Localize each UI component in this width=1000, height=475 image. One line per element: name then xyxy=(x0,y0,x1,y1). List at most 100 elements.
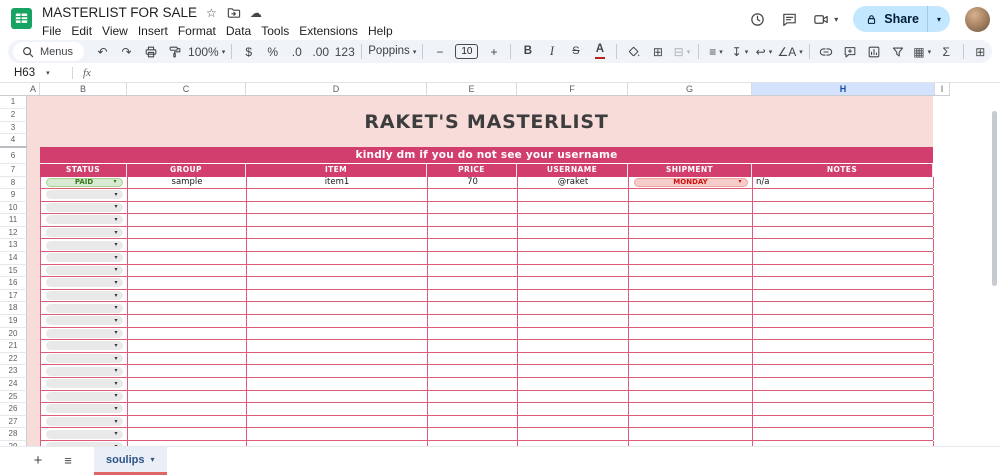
font-family-select[interactable]: Poppins▾ xyxy=(367,42,417,61)
cell[interactable] xyxy=(753,328,934,340)
cell[interactable] xyxy=(128,202,247,214)
status-chip-empty[interactable]: ▾ xyxy=(46,417,123,426)
row-header-27[interactable]: 27 xyxy=(0,416,27,429)
cell[interactable]: ▾ xyxy=(41,265,128,277)
row-header-2[interactable]: 2 xyxy=(0,109,27,122)
fill-color-button[interactable] xyxy=(622,42,645,61)
cell[interactable] xyxy=(753,365,934,377)
cell[interactable] xyxy=(753,277,934,289)
cell[interactable] xyxy=(518,239,629,251)
table-header-notes[interactable]: NOTES xyxy=(752,164,933,177)
cell[interactable]: sample xyxy=(128,177,247,189)
status-chip-empty[interactable]: ▾ xyxy=(46,241,123,250)
cell[interactable] xyxy=(128,265,247,277)
chip-caret-icon[interactable]: ▾ xyxy=(114,431,117,437)
cell[interactable] xyxy=(128,252,247,264)
chip-caret-icon[interactable]: ▾ xyxy=(114,192,117,198)
cell[interactable] xyxy=(629,315,753,327)
menu-file[interactable]: File xyxy=(42,24,66,38)
cell[interactable] xyxy=(128,403,247,415)
horizontal-align-button[interactable]: ≡▾ xyxy=(704,42,727,61)
banner-row[interactable]: kindly dm if you do not see your usernam… xyxy=(40,147,933,163)
format-currency-button[interactable]: $ xyxy=(237,42,260,61)
cell[interactable] xyxy=(629,189,753,201)
cell[interactable] xyxy=(753,340,934,352)
chip-caret-icon[interactable]: ▾ xyxy=(114,204,117,210)
status-chip-empty[interactable]: ▾ xyxy=(46,316,123,325)
chip-caret-icon[interactable]: ▾ xyxy=(114,356,117,362)
status-chip-empty[interactable]: ▾ xyxy=(46,341,123,350)
row-header-28[interactable]: 28 xyxy=(0,428,27,441)
cell[interactable] xyxy=(753,265,934,277)
cell[interactable] xyxy=(518,353,629,365)
cell[interactable] xyxy=(428,365,518,377)
row-header-21[interactable]: 21 xyxy=(0,340,27,353)
row-header-10[interactable]: 10 xyxy=(0,202,27,215)
cell[interactable] xyxy=(629,214,753,226)
cell[interactable]: @raket xyxy=(518,177,629,189)
all-sheets-button[interactable]: ≡ xyxy=(56,447,80,473)
cell[interactable]: ▾ xyxy=(41,202,128,214)
cell[interactable]: ▾ xyxy=(41,214,128,226)
cell[interactable] xyxy=(428,315,518,327)
cell[interactable] xyxy=(128,239,247,251)
status-chip-empty[interactable]: ▾ xyxy=(46,228,123,237)
cell[interactable] xyxy=(128,302,247,314)
cell[interactable] xyxy=(428,403,518,415)
cell[interactable] xyxy=(428,416,518,428)
cell[interactable] xyxy=(247,416,428,428)
share-button[interactable]: Share ▾ xyxy=(853,6,950,32)
row-header-11[interactable]: 11 xyxy=(0,214,27,227)
cell[interactable]: ▾ xyxy=(41,365,128,377)
sheet-title[interactable]: RAKET'S MASTERLIST xyxy=(40,96,933,147)
cell[interactable] xyxy=(247,202,428,214)
column-header-i[interactable]: I xyxy=(935,83,950,95)
column-header-h[interactable]: H xyxy=(752,83,935,95)
print-button[interactable] xyxy=(139,42,162,61)
cell[interactable] xyxy=(247,403,428,415)
sheet-tab-soulips[interactable]: soulips ▾ xyxy=(94,447,167,475)
cell[interactable] xyxy=(753,227,934,239)
cell[interactable]: ▾ xyxy=(41,252,128,264)
row-header-17[interactable]: 17 xyxy=(0,290,27,303)
cell[interactable] xyxy=(128,428,247,440)
cell[interactable] xyxy=(247,328,428,340)
decrease-decimals-button[interactable]: .0 xyxy=(285,42,308,61)
text-rotation-button[interactable]: ∠A▾ xyxy=(776,42,803,61)
cell[interactable] xyxy=(629,252,753,264)
chip-caret-icon[interactable]: ▾ xyxy=(114,368,117,374)
shipment-chip[interactable]: MONDAY▾ xyxy=(634,178,748,187)
cell[interactable] xyxy=(629,302,753,314)
chip-caret-icon[interactable]: ▾ xyxy=(114,393,117,399)
cell[interactable] xyxy=(428,277,518,289)
chip-caret-icon[interactable]: ▾ xyxy=(114,419,117,425)
cell[interactable] xyxy=(128,353,247,365)
cell[interactable] xyxy=(128,189,247,201)
row-header-18[interactable]: 18 xyxy=(0,302,27,315)
menus-search[interactable]: Menus xyxy=(13,42,84,61)
cell[interactable] xyxy=(247,265,428,277)
cell[interactable] xyxy=(518,416,629,428)
hidden-row-indicator[interactable] xyxy=(0,146,27,148)
cell[interactable] xyxy=(247,302,428,314)
redo-button[interactable]: ↷ xyxy=(115,42,138,61)
cell[interactable] xyxy=(247,227,428,239)
status-chip-empty[interactable]: ▾ xyxy=(46,430,123,439)
cell[interactable] xyxy=(428,378,518,390)
cell[interactable] xyxy=(629,365,753,377)
menu-data[interactable]: Data xyxy=(221,24,256,38)
cell[interactable] xyxy=(428,214,518,226)
chip-caret-icon[interactable]: ▾ xyxy=(114,343,117,349)
cell[interactable]: ▾ xyxy=(41,340,128,352)
insert-link-button[interactable] xyxy=(815,42,838,61)
cell[interactable] xyxy=(518,252,629,264)
status-chip-empty[interactable]: ▾ xyxy=(46,190,123,199)
chip-caret-icon[interactable]: ▾ xyxy=(114,267,117,273)
table-header-shipment[interactable]: SHIPMENT xyxy=(628,164,752,177)
cell[interactable]: ▾ xyxy=(41,227,128,239)
cell[interactable] xyxy=(518,290,629,302)
cell[interactable] xyxy=(428,202,518,214)
cell[interactable] xyxy=(128,340,247,352)
star-icon[interactable]: ☆ xyxy=(206,7,217,19)
cell[interactable] xyxy=(428,391,518,403)
